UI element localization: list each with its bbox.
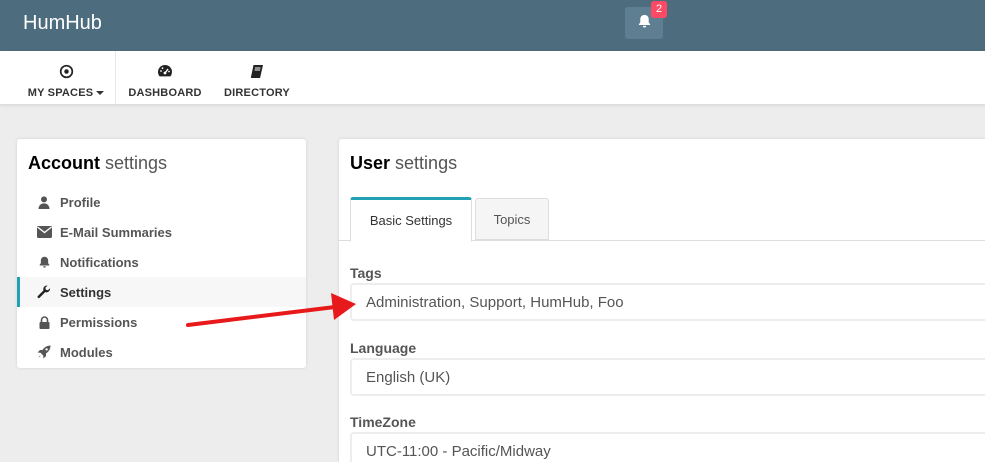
menu-item-permissions[interactable]: Permissions	[17, 307, 306, 337]
timezone-label: TimeZone	[350, 414, 416, 430]
user-title-light: settings	[395, 153, 458, 173]
timezone-value: UTC-11:00 - Pacific/Midway	[366, 442, 551, 460]
account-settings-title: Account settings	[28, 153, 167, 174]
timezone-select[interactable]: UTC-11:00 - Pacific/Midway	[350, 432, 985, 462]
language-value: English (UK)	[366, 368, 451, 386]
nav-dashboard[interactable]: DASHBOARD	[125, 51, 205, 104]
lock-icon	[36, 314, 52, 330]
bell-icon	[36, 254, 52, 270]
tags-value: Administration, Support, HumHub, Foo	[366, 293, 624, 311]
tab-topics[interactable]: Topics	[475, 198, 549, 240]
user-settings-panel: User settings Basic Settings Topics Tags…	[339, 139, 985, 462]
menu-item-settings[interactable]: Settings	[17, 277, 306, 307]
menu-item-label: Permissions	[60, 314, 138, 330]
nav-divider	[115, 51, 116, 104]
language-select[interactable]: English (UK)	[350, 358, 985, 396]
user-title-bold: User	[350, 153, 391, 173]
brand-logo[interactable]: HumHub	[23, 12, 102, 35]
nav-dashboard-label: DASHBOARD	[128, 87, 202, 99]
tags-label: Tags	[350, 265, 382, 281]
nav-my-spaces[interactable]: MY SPACES	[22, 51, 110, 104]
tab-basic-settings[interactable]: Basic Settings	[350, 197, 472, 242]
user-icon	[36, 194, 52, 210]
top-bar: HumHub 2	[0, 0, 985, 51]
envelope-icon	[36, 224, 52, 240]
chevron-down-icon	[96, 91, 105, 96]
menu-item-label: E-Mail Summaries	[60, 224, 172, 240]
settings-tabs: Basic Settings Topics	[339, 197, 985, 242]
tags-input[interactable]: Administration, Support, HumHub, Foo	[350, 283, 985, 321]
dashboard-gauge-icon	[157, 61, 173, 81]
user-settings-title: User settings	[350, 153, 457, 174]
account-title-bold: Account	[28, 153, 100, 173]
account-settings-panel: Account settings Profile E-Mail Summarie…	[17, 139, 306, 368]
menu-item-email-summaries[interactable]: E-Mail Summaries	[17, 217, 306, 247]
menu-item-notifications[interactable]: Notifications	[17, 247, 306, 277]
nav-directory-label: DIRECTORY	[224, 87, 290, 99]
menu-item-modules[interactable]: Modules	[17, 337, 306, 367]
account-title-light: settings	[105, 153, 168, 173]
language-label: Language	[350, 340, 417, 356]
rocket-icon	[36, 344, 52, 360]
main-navigation: MY SPACES DASHBOARD DIRECTORY	[0, 51, 985, 105]
nav-directory[interactable]: DIRECTORY	[222, 51, 292, 104]
menu-item-label: Profile	[60, 194, 101, 210]
nav-my-spaces-label: MY SPACES	[27, 87, 94, 99]
menu-item-label: Notifications	[60, 254, 139, 270]
menu-item-label: Settings	[60, 284, 112, 300]
book-icon	[250, 61, 264, 81]
circle-dot-icon	[59, 61, 74, 81]
menu-item-label: Modules	[60, 344, 113, 360]
bell-icon	[637, 13, 652, 34]
wrench-icon	[36, 284, 52, 300]
menu-item-profile[interactable]: Profile	[17, 187, 306, 217]
notification-count-badge: 2	[651, 1, 667, 18]
